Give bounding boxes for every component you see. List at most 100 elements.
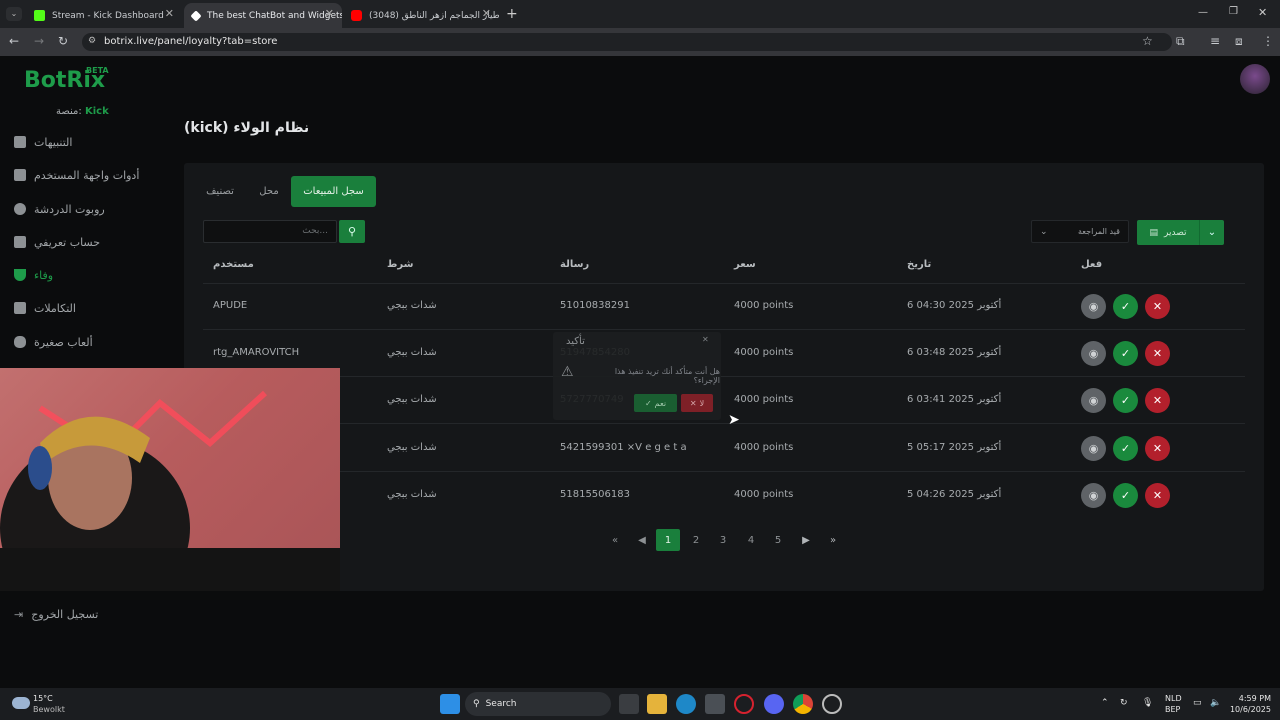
clock-date[interactable]: 10/6/2025 (1228, 705, 1271, 714)
page-1-button[interactable]: 1 (656, 529, 680, 551)
close-tab-icon[interactable]: ✕ (165, 7, 174, 20)
approve-button[interactable]: ✓ (1113, 388, 1138, 413)
webcam-scene (0, 390, 340, 591)
file-explorer-icon[interactable] (647, 694, 667, 714)
site-info-icon[interactable]: ⚙ (88, 36, 96, 46)
start-button[interactable] (440, 694, 460, 714)
view-button[interactable]: ◉ (1081, 483, 1106, 508)
keyboard-layout[interactable]: BEP (1165, 705, 1180, 714)
export-button[interactable]: ▤ تصدير (1137, 220, 1199, 245)
tab-leaderboard[interactable]: تصنيف (197, 176, 243, 207)
volume-icon[interactable]: 🔈 (1210, 698, 1221, 708)
sidebar-item-minigames[interactable]: ألعاب صغيرة (14, 332, 154, 352)
bookmark-star-icon[interactable]: ☆ (1142, 34, 1153, 48)
status-filter-select[interactable]: قيد المراجعة ⌄ (1031, 220, 1129, 243)
page-2-button[interactable]: 2 (684, 529, 708, 551)
search-button[interactable]: ⚲ (339, 220, 365, 243)
first-page-button[interactable]: « (603, 529, 627, 551)
extensions-icon[interactable]: ⧉ (1176, 34, 1185, 49)
prev-page-button[interactable]: ◀ (630, 529, 654, 551)
view-button[interactable]: ◉ (1081, 341, 1106, 366)
clock-time[interactable]: 4:59 PM (1233, 694, 1271, 703)
column-header-price[interactable]: سعر (734, 259, 756, 270)
sidebar-item-alerts[interactable]: التنبيهات (14, 132, 154, 152)
forward-icon[interactable]: → (34, 34, 44, 48)
column-header-item[interactable]: شرط (387, 259, 413, 270)
view-button[interactable]: ◉ (1081, 388, 1106, 413)
page-3-button[interactable]: 3 (711, 529, 735, 551)
browser-tab-botrix[interactable]: The best ChatBot and Widgets ✕ (184, 3, 342, 28)
edge-icon[interactable] (676, 694, 696, 714)
user-avatar[interactable] (1240, 64, 1270, 94)
table-cell-item: شدات ببجي (387, 347, 437, 358)
tab-search-button[interactable]: ⌄ (6, 7, 22, 21)
store-icon[interactable] (705, 694, 725, 714)
sidebar-item-chatbot[interactable]: روبوت الدردشة (14, 199, 154, 219)
column-header-message[interactable]: رسالة (560, 259, 589, 270)
approve-button[interactable]: ✓ (1113, 483, 1138, 508)
weather-desc[interactable]: Bewolkt (33, 705, 65, 714)
menu-dots-icon[interactable]: ⋮ (1262, 34, 1274, 48)
confirm-yes-label: نعم (654, 398, 667, 408)
tab-store[interactable]: محل (251, 176, 287, 207)
task-view-icon[interactable] (619, 694, 639, 714)
reject-button[interactable]: ✕ (1145, 436, 1170, 461)
tray-overflow-icon[interactable]: ⌃ (1101, 698, 1109, 708)
sync-icon[interactable]: ↻ (1120, 698, 1128, 708)
search-input[interactable]: ...بحث (203, 220, 337, 243)
network-icon[interactable]: ▭ (1193, 698, 1202, 708)
close-icon[interactable]: ✕ (702, 335, 709, 344)
view-button[interactable]: ◉ (1081, 436, 1106, 461)
confirm-no-button[interactable]: ✕ لا (681, 394, 713, 412)
new-tab-icon[interactable]: + (506, 6, 518, 22)
back-icon[interactable]: ← (9, 34, 19, 48)
minimize-icon[interactable]: — (1198, 7, 1208, 18)
close-tab-icon[interactable]: ✕ (482, 7, 491, 20)
mouse-cursor-icon: ➤ (728, 412, 740, 428)
reject-button[interactable]: ✕ (1145, 483, 1170, 508)
export-dropdown-button[interactable]: ⌄ (1199, 220, 1224, 245)
browser-tab-youtube[interactable]: (3048) طيار الجماجم ازهر الناطق ✕ (343, 3, 499, 28)
weather-icon[interactable] (12, 697, 30, 709)
reload-icon[interactable]: ↻ (58, 34, 68, 48)
page-4-button[interactable]: 4 (739, 529, 763, 551)
reject-button[interactable]: ✕ (1145, 341, 1170, 366)
translate-icon[interactable]: ⧈ (1235, 34, 1243, 49)
url-field[interactable]: botrix.live/panel/loyalty?tab=store (82, 33, 1172, 51)
view-button[interactable]: ◉ (1081, 294, 1106, 319)
weather-temp[interactable]: 15°C (33, 694, 53, 703)
sidebar-item-profile[interactable]: حساب تعريفي (14, 232, 154, 252)
logout-button[interactable]: ⇥ تسجيل الخروج (14, 604, 154, 624)
column-header-date[interactable]: تاريخ (907, 259, 931, 270)
approve-button[interactable]: ✓ (1113, 294, 1138, 319)
confirm-yes-button[interactable]: ✓ نعم (634, 394, 677, 412)
reject-button[interactable]: ✕ (1145, 388, 1170, 413)
opera-icon[interactable] (734, 694, 754, 714)
language-code[interactable]: NLD (1165, 694, 1182, 703)
approve-button[interactable]: ✓ (1113, 436, 1138, 461)
taskbar (0, 688, 1280, 720)
tab-title: The best ChatBot and Widgets (207, 10, 342, 21)
next-page-button[interactable]: ▶ (794, 529, 818, 551)
reject-button[interactable]: ✕ (1145, 294, 1170, 319)
sidebar-item-loyalty[interactable]: وفاء (14, 265, 154, 285)
page-5-button[interactable]: 5 (766, 529, 790, 551)
taskbar-search[interactable]: ⚲ Search (465, 692, 611, 716)
media-control-icon[interactable]: ≡ (1210, 34, 1220, 48)
discord-icon[interactable] (764, 694, 784, 714)
tab-sales-log[interactable]: سجل المبيعات (291, 176, 376, 207)
column-header-user[interactable]: مستخدم (213, 259, 254, 270)
close-window-icon[interactable]: ✕ (1258, 6, 1267, 19)
restore-icon[interactable]: ❐ (1229, 6, 1238, 17)
browser-tab-kick[interactable]: Stream - Kick Dashboard ✕ (26, 3, 182, 28)
profile-card-icon (14, 236, 26, 248)
sidebar-item-widgets[interactable]: أدوات واجهة المستخدم (14, 165, 154, 185)
microphone-icon[interactable]: 🎙 (1142, 698, 1153, 708)
last-page-button[interactable]: » (821, 529, 845, 551)
obs-icon[interactable] (822, 694, 842, 714)
sidebar-item-integrations[interactable]: التكاملات (14, 298, 154, 318)
table-cell-price: 4000 points (734, 300, 794, 311)
approve-button[interactable]: ✓ (1113, 341, 1138, 366)
close-tab-icon[interactable]: ✕ (325, 7, 334, 20)
chrome-icon[interactable] (793, 694, 813, 714)
